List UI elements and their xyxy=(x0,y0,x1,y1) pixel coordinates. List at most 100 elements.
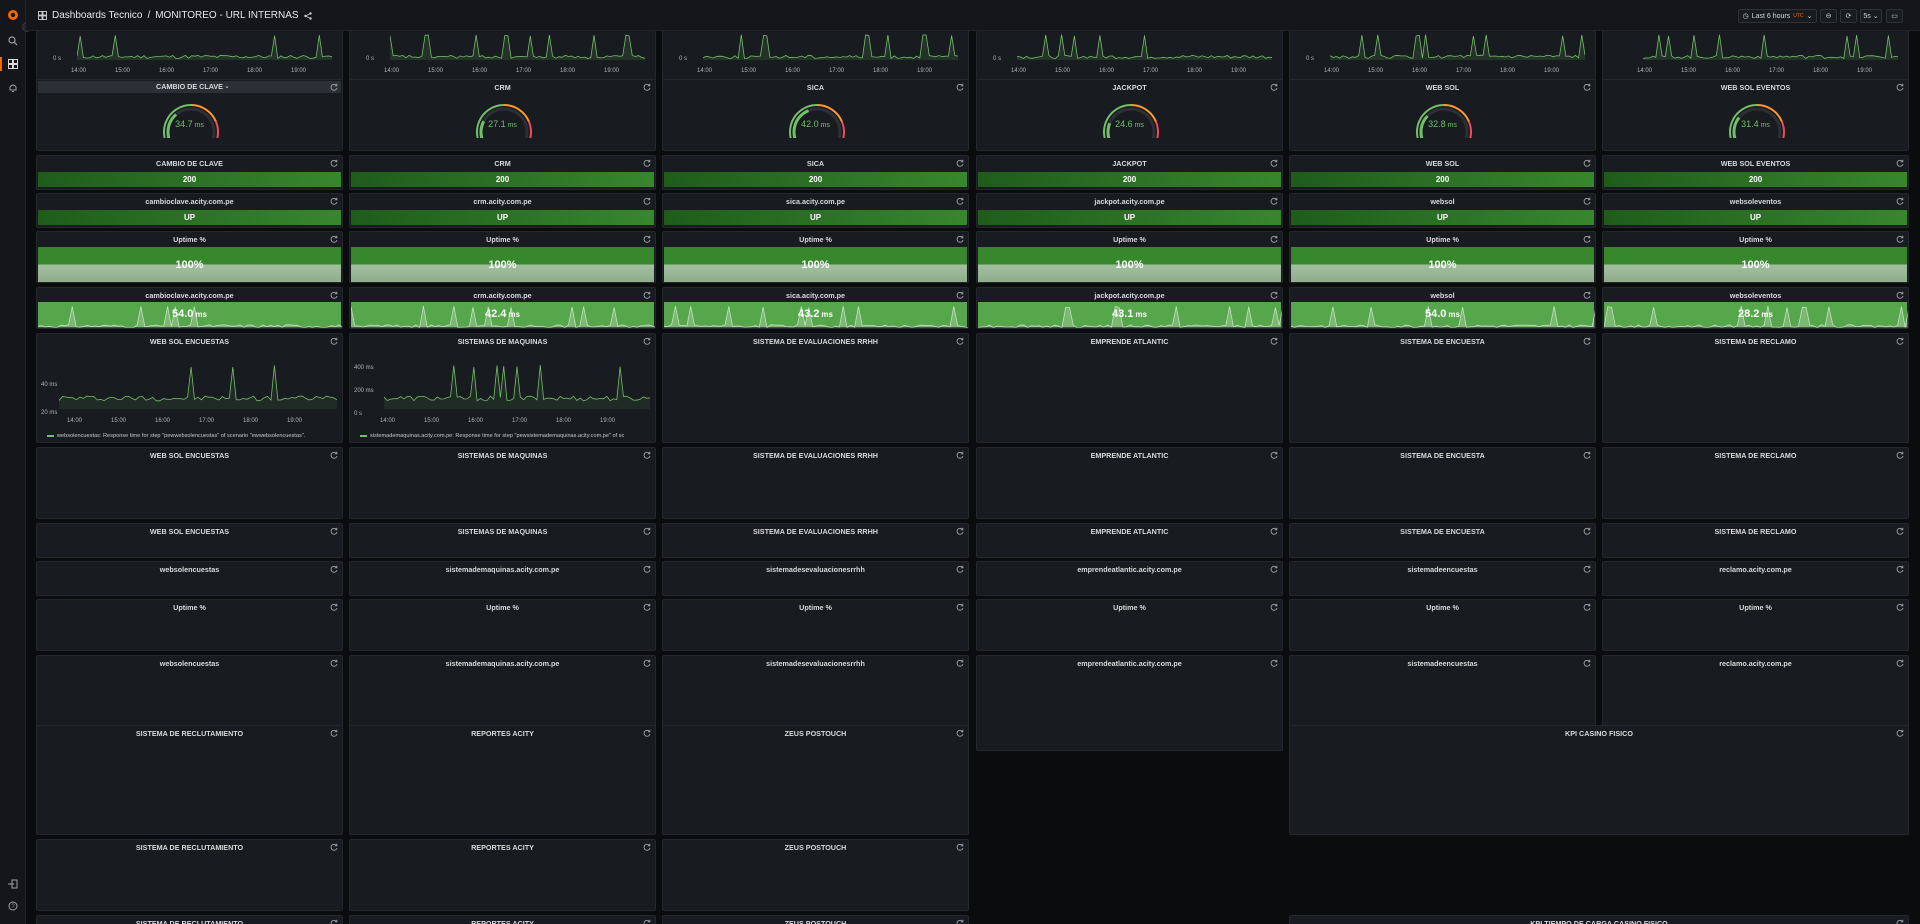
refresh-icon[interactable] xyxy=(1896,197,1904,205)
refresh-interval-picker[interactable]: 5s ⌄ xyxy=(1860,9,1882,23)
refresh-icon[interactable] xyxy=(643,83,651,91)
panel-title[interactable]: KPI TIEMPO DE CARGA CASINO FISICO xyxy=(1290,919,1908,924)
refresh-icon[interactable] xyxy=(330,729,338,737)
panel-title[interactable]: Uptime % xyxy=(977,603,1282,612)
refresh-icon[interactable] xyxy=(643,603,651,611)
refresh-icon[interactable] xyxy=(643,291,651,299)
panel-title[interactable]: sica.acity.com.pe xyxy=(663,291,968,300)
refresh-icon[interactable] xyxy=(1896,83,1904,91)
refresh-icon[interactable] xyxy=(956,919,964,924)
panel-title[interactable]: SISTEMA DE EVALUACIONES RRHH xyxy=(663,451,968,460)
refresh-icon[interactable] xyxy=(1270,451,1278,459)
dashboard-title[interactable]: MONITOREO - URL INTERNAS xyxy=(155,10,298,21)
panel-title[interactable]: ZEUS POSTOUCH xyxy=(663,729,968,738)
refresh-icon[interactable] xyxy=(643,337,651,345)
panel-title[interactable]: Uptime % xyxy=(37,603,342,612)
refresh-icon[interactable] xyxy=(1583,451,1591,459)
panel-title[interactable]: Uptime % xyxy=(37,235,342,244)
search-icon[interactable] xyxy=(6,34,20,48)
refresh-icon[interactable] xyxy=(643,919,651,924)
panel-title[interactable]: JACKPOT xyxy=(977,83,1282,92)
time-range-picker[interactable]: ◷ Last 6 hours UTC ⌄ xyxy=(1738,9,1817,23)
refresh-icon[interactable] xyxy=(643,659,651,667)
panel-title[interactable]: WEB SOL ENCUESTAS xyxy=(37,337,342,346)
panel-title[interactable]: WEB SOL ENCUESTAS xyxy=(37,451,342,460)
refresh-icon[interactable] xyxy=(1583,603,1591,611)
refresh-icon[interactable] xyxy=(1583,197,1591,205)
refresh-icon[interactable] xyxy=(956,565,964,573)
panel-title[interactable]: SICA xyxy=(663,159,968,168)
panel-title[interactable]: Uptime % xyxy=(350,603,655,612)
dashboards-icon[interactable] xyxy=(6,57,20,71)
panel-title[interactable]: CRM xyxy=(350,83,655,92)
panel-title[interactable]: JACKPOT xyxy=(977,159,1282,168)
refresh-icon[interactable] xyxy=(956,603,964,611)
refresh-icon[interactable] xyxy=(330,843,338,851)
panel-title[interactable]: SICA xyxy=(663,83,968,92)
refresh-icon[interactable] xyxy=(956,159,964,167)
refresh-icon[interactable] xyxy=(1896,603,1904,611)
refresh-icon[interactable] xyxy=(330,919,338,924)
refresh-icon[interactable] xyxy=(1270,659,1278,667)
panel-title[interactable]: KPI CASINO FISICO xyxy=(1290,729,1908,738)
refresh-icon[interactable] xyxy=(330,603,338,611)
panel-title[interactable]: CAMBIO DE CLAVE xyxy=(38,81,341,93)
panel-title[interactable]: sistemadeencuestas xyxy=(1290,659,1595,668)
alerting-bell-icon[interactable] xyxy=(6,81,20,95)
refresh-icon[interactable] xyxy=(1896,527,1904,535)
refresh-icon[interactable] xyxy=(1270,159,1278,167)
panel-title[interactable]: REPORTES ACITY xyxy=(350,919,655,924)
refresh-icon[interactable] xyxy=(1270,83,1278,91)
panel-title[interactable]: SISTEMA DE RECLAMO xyxy=(1603,337,1908,346)
refresh-icon[interactable] xyxy=(1896,337,1904,345)
refresh-icon[interactable] xyxy=(643,451,651,459)
panel-title[interactable]: websol xyxy=(1290,197,1595,206)
panel-title[interactable]: sistemadesevaluacionesrrhh xyxy=(663,659,968,668)
refresh-icon[interactable] xyxy=(643,197,651,205)
panel-title[interactable]: websol xyxy=(1290,291,1595,300)
panel-title[interactable]: Uptime % xyxy=(1603,235,1908,244)
refresh-icon[interactable] xyxy=(1896,235,1904,243)
refresh-icon[interactable] xyxy=(956,197,964,205)
refresh-icon[interactable] xyxy=(330,159,338,167)
panel-title[interactable]: SISTEMA DE RECLUTAMIENTO xyxy=(37,843,342,852)
refresh-icon[interactable] xyxy=(330,659,338,667)
grafana-logo-icon[interactable] xyxy=(6,8,20,22)
panel-title[interactable]: Uptime % xyxy=(1603,603,1908,612)
panel-title[interactable]: sistemademaquinas.acity.com.pe xyxy=(350,565,655,574)
panel-title[interactable]: SISTEMA DE ENCUESTA xyxy=(1290,337,1595,346)
panel-title[interactable]: websolencuestas xyxy=(37,565,342,574)
panel-title[interactable]: cambioclave.acity.com.pe xyxy=(37,291,342,300)
panel-title[interactable]: CRM xyxy=(350,159,655,168)
breadcrumb-folder[interactable]: Dashboards Tecnico xyxy=(52,10,142,21)
refresh-icon[interactable] xyxy=(1583,337,1591,345)
refresh-icon[interactable] xyxy=(643,729,651,737)
panel-title[interactable]: jackpot.acity.com.pe xyxy=(977,197,1282,206)
panel-title[interactable]: cambioclave.acity.com.pe xyxy=(37,197,342,206)
refresh-icon[interactable] xyxy=(1583,659,1591,667)
panel-title[interactable]: SISTEMA DE EVALUACIONES RRHH xyxy=(663,527,968,536)
share-icon[interactable] xyxy=(303,11,312,20)
panel-title[interactable]: Uptime % xyxy=(977,235,1282,244)
panel-title[interactable]: WEB SOL EVENTOS xyxy=(1603,159,1908,168)
panel-title[interactable]: WEB SOL xyxy=(1290,83,1595,92)
panel-title[interactable]: ZEUS POSTOUCH xyxy=(663,919,968,924)
refresh-icon[interactable] xyxy=(1270,565,1278,573)
refresh-icon[interactable] xyxy=(956,235,964,243)
series-legend[interactable]: sistemademaquinas.acity.com.pe: Response… xyxy=(360,433,624,439)
refresh-icon[interactable] xyxy=(1270,235,1278,243)
panel-title[interactable]: EMPRENDE ATLANTIC xyxy=(977,451,1282,460)
refresh-icon[interactable] xyxy=(956,291,964,299)
panel-title[interactable]: SISTEMAS DE MAQUINAS xyxy=(350,527,655,536)
refresh-icon[interactable] xyxy=(956,83,964,91)
refresh-icon[interactable] xyxy=(330,197,338,205)
refresh-icon[interactable] xyxy=(330,565,338,573)
tv-mode-button[interactable]: ▭ xyxy=(1886,9,1903,23)
help-icon[interactable]: ? xyxy=(6,899,20,913)
refresh-button[interactable]: ⟳ xyxy=(1840,9,1857,23)
refresh-icon[interactable] xyxy=(330,337,338,345)
refresh-icon[interactable] xyxy=(643,565,651,573)
refresh-icon[interactable] xyxy=(330,83,338,91)
panel-title[interactable]: SISTEMAS DE MAQUINAS xyxy=(350,337,655,346)
refresh-icon[interactable] xyxy=(330,451,338,459)
